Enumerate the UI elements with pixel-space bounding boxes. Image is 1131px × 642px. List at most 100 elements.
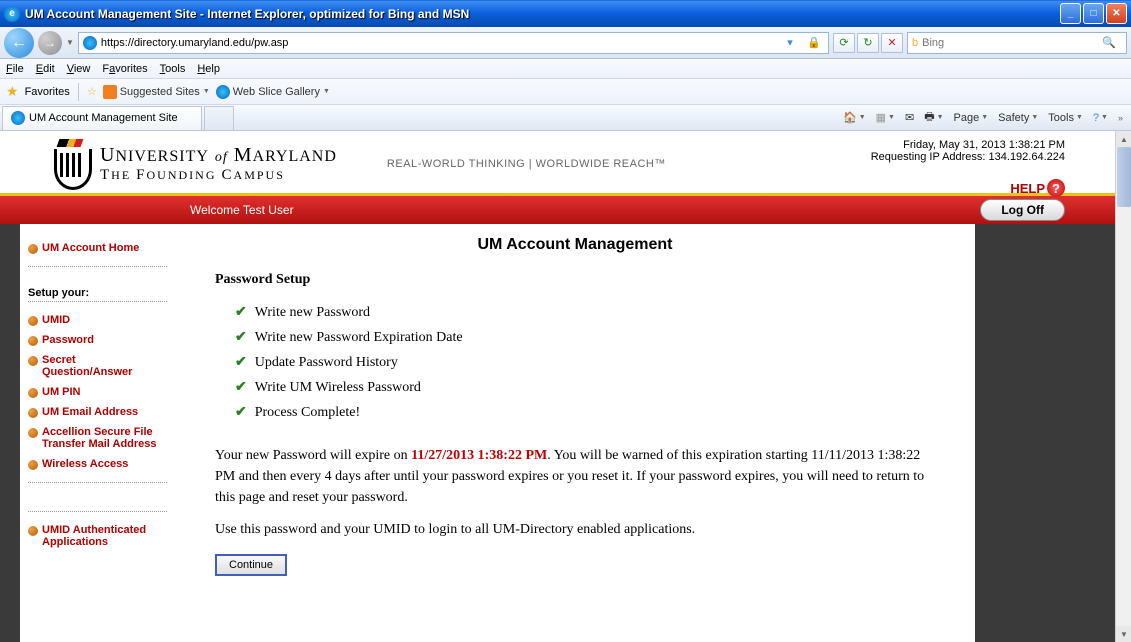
check-item: ✔Process Complete! [235,400,935,425]
header-info: Friday, May 31, 2013 1:38:21 PM Requesti… [871,139,1065,197]
separator [78,83,79,101]
minimize-button[interactable]: _ [1060,3,1081,24]
sidebar-password[interactable]: Password [28,330,167,350]
favorites-star-icon[interactable]: ★ [6,83,19,100]
url-input[interactable] [101,37,776,49]
history-dropdown[interactable]: ▼ [66,38,74,47]
bullet-icon [28,428,38,438]
check-item: ✔Write new Password Expiration Date [235,325,935,350]
left-dark-panel [0,224,20,642]
help-icon: ? [1047,179,1065,197]
datetime-label: Friday, May 31, 2013 1:38:21 PM [871,139,1065,151]
chevron-icon[interactable]: » [1118,113,1123,123]
search-box[interactable]: b 🔍 [907,32,1127,54]
check-list: ✔Write new Password ✔Write new Password … [235,300,935,425]
sidebar-um-email[interactable]: UM Email Address [28,402,167,422]
web-slice-link[interactable]: Web Slice Gallery ▼ [216,85,330,99]
scroll-thumb[interactable] [1117,147,1131,207]
check-item: ✔Write new Password [235,300,935,325]
scroll-up-arrow[interactable]: ▲ [1116,131,1131,147]
sidebar-umid-apps[interactable]: UMID Authenticated Applications [28,520,167,552]
sidebar-wireless[interactable]: Wireless Access [28,454,167,474]
sidebar-accellion[interactable]: Accellion Secure File Transfer Mail Addr… [28,422,167,454]
sidebar-home[interactable]: UM Account Home [28,238,167,258]
setup-title: Setup your: [28,287,167,302]
section-title: Password Setup [215,272,935,288]
command-bar: 🏠▼ ▦▼ ✉ 🖶▼ Page▼ Safety▼ Tools▼ ?▼ » [835,108,1131,127]
maximize-button[interactable]: □ [1083,3,1104,24]
home-button[interactable]: 🏠▼ [843,111,866,124]
add-favorite-icon[interactable]: ☆ [87,85,97,98]
menu-help[interactable]: Help [197,63,220,75]
scroll-down-arrow[interactable]: ▼ [1116,626,1131,642]
divider [28,511,167,512]
page-viewport: ▲ ▼ UNIVERSITY of MARYLAND THE FOUNDING … [0,131,1131,642]
tab-bar: UM Account Management Site 🏠▼ ▦▼ ✉ 🖶▼ Pa… [0,105,1131,131]
continue-button[interactable]: Continue [215,554,287,576]
logo-line2: THE FOUNDING CAMPUS [100,167,337,184]
tagline: REAL-WORLD THINKING | WORLDWIDE REACH™ [387,158,666,170]
red-header-bar: Welcome Test User Log Off [0,196,1115,224]
favorites-bar: ★ Favorites ☆ Suggested Sites ▼ Web Slic… [0,79,1131,105]
expiration-notice: Your new Password will expire on 11/27/2… [215,445,935,508]
lock-icon[interactable]: 🔒 [804,34,824,52]
compat-view-button[interactable]: ⟳ [833,33,855,53]
bullet-icon [28,244,38,254]
menu-tools[interactable]: Tools [160,63,186,75]
check-icon: ✔ [235,329,247,346]
check-item: ✔Write UM Wireless Password [235,375,935,400]
search-input[interactable] [922,37,1098,49]
bing-icon: b [912,37,918,49]
sidebar-umid[interactable]: UMID [28,310,167,330]
help-button[interactable]: ?▼ [1093,112,1108,124]
check-icon: ✔ [235,354,247,371]
refresh-button[interactable]: ↻ [857,33,879,53]
page-icon [83,36,97,50]
check-icon: ✔ [235,304,247,321]
bullet-icon [28,316,38,326]
bullet-icon [28,356,38,366]
back-button[interactable]: ← [4,28,34,58]
search-button[interactable]: 🔍 [1102,36,1122,49]
sidebar-um-pin[interactable]: UM PIN [28,382,167,402]
bullet-icon [28,408,38,418]
menu-bar: File Edit View Favorites Tools Help [0,59,1131,79]
forward-button[interactable]: → [38,31,62,55]
read-mail-button[interactable]: ✉ [905,111,914,124]
page-body: UNIVERSITY of MARYLAND THE FOUNDING CAMP… [0,131,1115,642]
scrollbar[interactable]: ▲ ▼ [1115,131,1131,642]
suggested-sites-label: Suggested Sites [120,86,200,98]
feeds-button[interactable]: ▦▼ [876,111,895,124]
menu-view[interactable]: View [67,63,91,75]
webslice-icon [216,85,230,99]
stop-button[interactable]: ✕ [881,33,903,53]
divider [28,482,167,483]
address-bar[interactable]: ▾ 🔒 [78,32,829,54]
page-heading: UM Account Management [215,236,935,254]
bullet-icon [28,336,38,346]
safety-menu[interactable]: Safety▼ [998,112,1038,124]
check-item: ✔Update Password History [235,350,935,375]
menu-edit[interactable]: Edit [36,63,55,75]
divider [28,266,167,267]
suggested-icon [103,85,117,99]
navigation-toolbar: ← → ▼ ▾ 🔒 ⟳ ↻ ✕ b 🔍 [0,27,1131,59]
page-menu[interactable]: Page▼ [954,112,989,124]
address-dropdown[interactable]: ▾ [780,34,800,52]
tools-menu[interactable]: Tools▼ [1048,112,1083,124]
bullet-icon [28,388,38,398]
new-tab-button[interactable] [204,106,234,130]
browser-tab[interactable]: UM Account Management Site [2,106,202,130]
logo-line1: UNIVERSITY of MARYLAND [100,144,337,167]
help-link[interactable]: HELP ? [1010,179,1065,197]
web-slice-label: Web Slice Gallery [233,86,320,98]
window-titlebar: e UM Account Management Site - Internet … [0,0,1131,27]
menu-file[interactable]: File [6,63,24,75]
close-button[interactable]: ✕ [1106,3,1127,24]
favorites-label[interactable]: Favorites [25,86,70,98]
menu-favorites[interactable]: Favorites [102,63,147,75]
print-button[interactable]: 🖶▼ [924,108,943,127]
sidebar-secret-question[interactable]: Secret Question/Answer [28,350,167,382]
suggested-sites-link[interactable]: Suggested Sites ▼ [103,85,210,99]
logoff-button[interactable]: Log Off [980,199,1065,221]
